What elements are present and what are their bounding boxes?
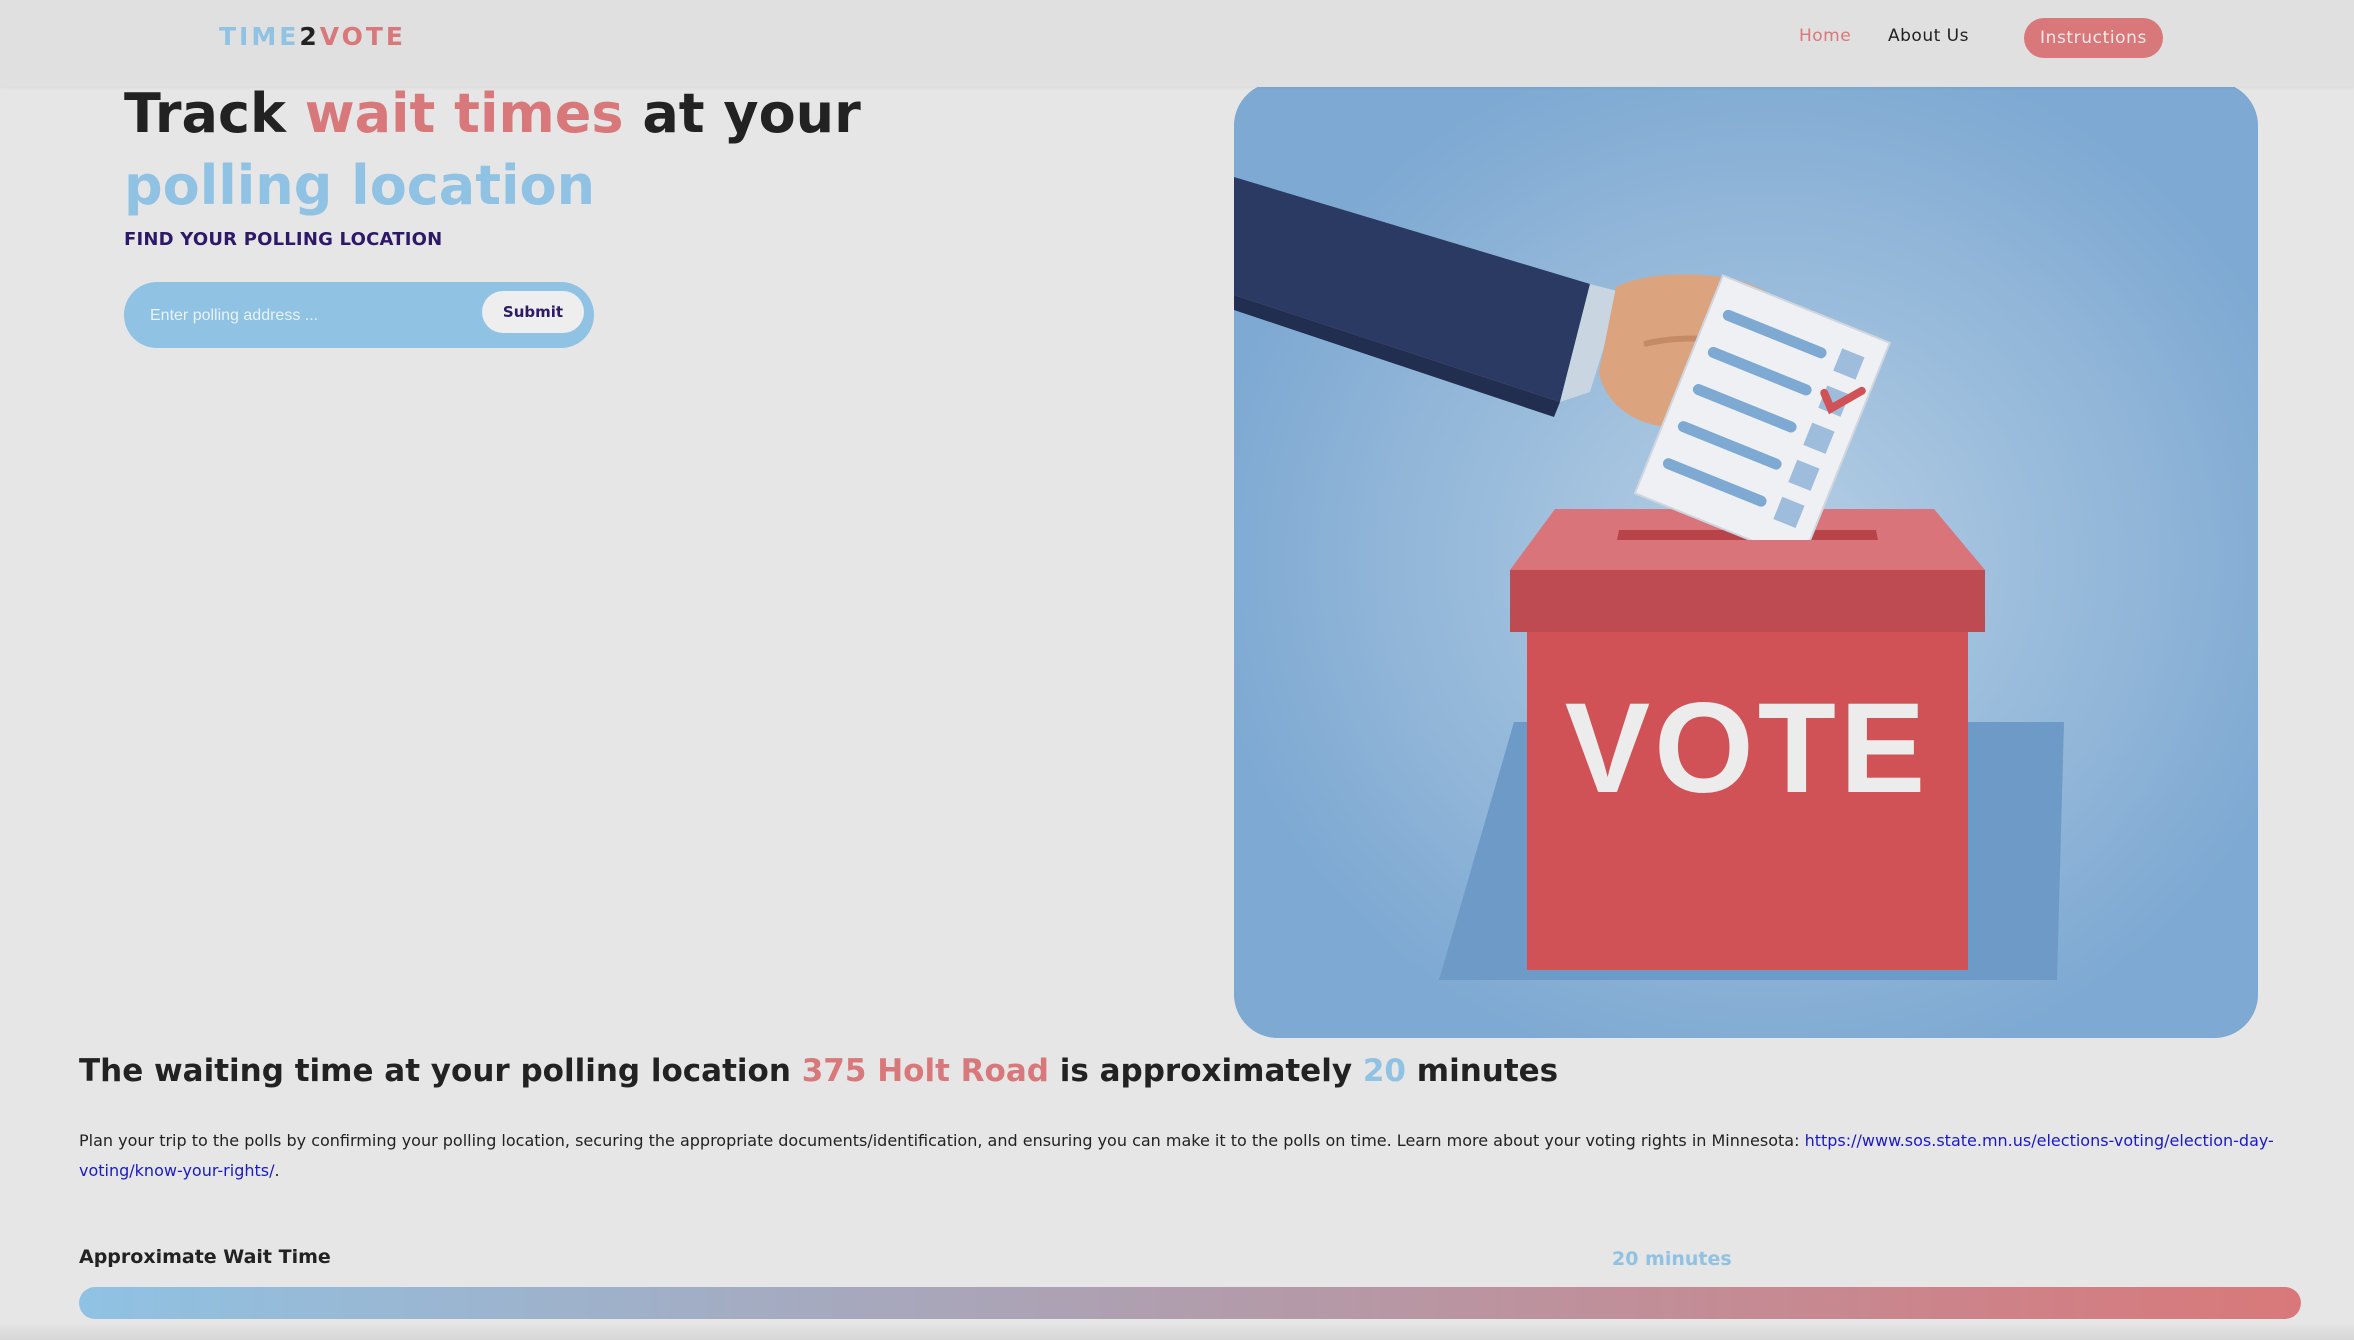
hero-title-track: Track <box>124 82 305 145</box>
vote-box-text: VOTE <box>1565 677 1930 820</box>
hero-title-polling-location: polling location <box>124 154 596 217</box>
logo-2: 2 <box>299 22 320 51</box>
hero-title: Track wait times at your polling locatio… <box>124 78 1004 222</box>
address-input[interactable] <box>148 299 482 333</box>
info-end: . <box>274 1161 280 1180</box>
result-minutes: 20 <box>1362 1053 1406 1089</box>
nav-about-link[interactable]: About Us <box>1888 26 1969 46</box>
submit-button[interactable]: Submit <box>482 291 584 333</box>
voting-info-paragraph: Plan your trip to the polls by confirmin… <box>79 1126 2279 1186</box>
result-suffix: minutes <box>1405 1053 1559 1089</box>
instructions-button[interactable]: Instructions <box>2024 18 2163 58</box>
result-middle: is approximately <box>1048 1053 1363 1089</box>
wait-time-bar <box>79 1287 2301 1319</box>
info-text: Plan your trip to the polls by confirmin… <box>79 1131 1805 1150</box>
page-bottom-edge <box>0 1322 2354 1340</box>
result-prefix: The waiting time at your polling locatio… <box>79 1053 802 1089</box>
logo[interactable]: TIME2VOTE <box>219 22 406 51</box>
ballot-box-illustration: VOTE <box>1234 82 2258 1038</box>
navbar: TIME2VOTE Home About Us Instructions <box>0 0 2354 87</box>
logo-time: TIME <box>219 22 300 51</box>
wait-time-label: Approximate Wait Time <box>79 1246 331 1268</box>
search-form: Submit <box>124 282 594 348</box>
wait-result-heading: The waiting time at your polling locatio… <box>79 1053 1558 1089</box>
hero-title-at-your: at your <box>623 82 861 145</box>
result-location: 375 Holt Road <box>801 1053 1049 1089</box>
wait-time-value: 20 minutes <box>1612 1248 1732 1270</box>
wait-time-bar-fill <box>79 1287 2301 1319</box>
logo-vote: VOTE <box>319 22 407 51</box>
find-location-label: FIND YOUR POLLING LOCATION <box>124 229 443 250</box>
nav-home-link[interactable]: Home <box>1799 26 1851 46</box>
hero-title-wait-times: wait times <box>304 82 624 145</box>
